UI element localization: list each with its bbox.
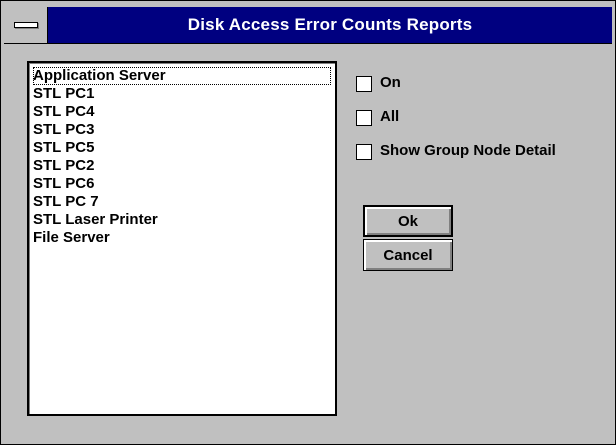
- list-item[interactable]: Application Server: [33, 67, 331, 85]
- list-item[interactable]: STL PC1: [33, 85, 94, 103]
- system-menu-button[interactable]: [4, 7, 48, 43]
- on-checkbox-box[interactable]: [356, 76, 372, 92]
- list-item[interactable]: STL Laser Printer: [33, 211, 158, 229]
- group-detail-checkbox-box[interactable]: [356, 144, 372, 160]
- group-detail-checkbox-label: Show Group Node Detail: [380, 142, 556, 159]
- list-item[interactable]: STL PC4: [33, 103, 94, 121]
- cancel-button[interactable]: Cancel: [363, 239, 453, 271]
- list-item[interactable]: File Server: [33, 229, 110, 247]
- ok-button[interactable]: Ok: [363, 205, 453, 237]
- dialog-window: Disk Access Error Counts Reports Applica…: [0, 0, 616, 445]
- title-bar: Disk Access Error Counts Reports: [4, 7, 612, 44]
- list-item[interactable]: STL PC 7: [33, 193, 99, 211]
- list-item[interactable]: STL PC3: [33, 121, 94, 139]
- list-item[interactable]: STL PC2: [33, 157, 94, 175]
- minus-icon: [14, 22, 38, 28]
- node-listbox[interactable]: Application Server STL PC1 STL PC4 STL P…: [27, 61, 337, 416]
- on-checkbox-label: On: [380, 74, 401, 91]
- all-checkbox-box[interactable]: [356, 110, 372, 126]
- all-checkbox-label: All: [380, 108, 400, 125]
- list-item[interactable]: STL PC6: [33, 175, 94, 193]
- window-title: Disk Access Error Counts Reports: [187, 15, 473, 34]
- list-item[interactable]: STL PC5: [33, 139, 94, 157]
